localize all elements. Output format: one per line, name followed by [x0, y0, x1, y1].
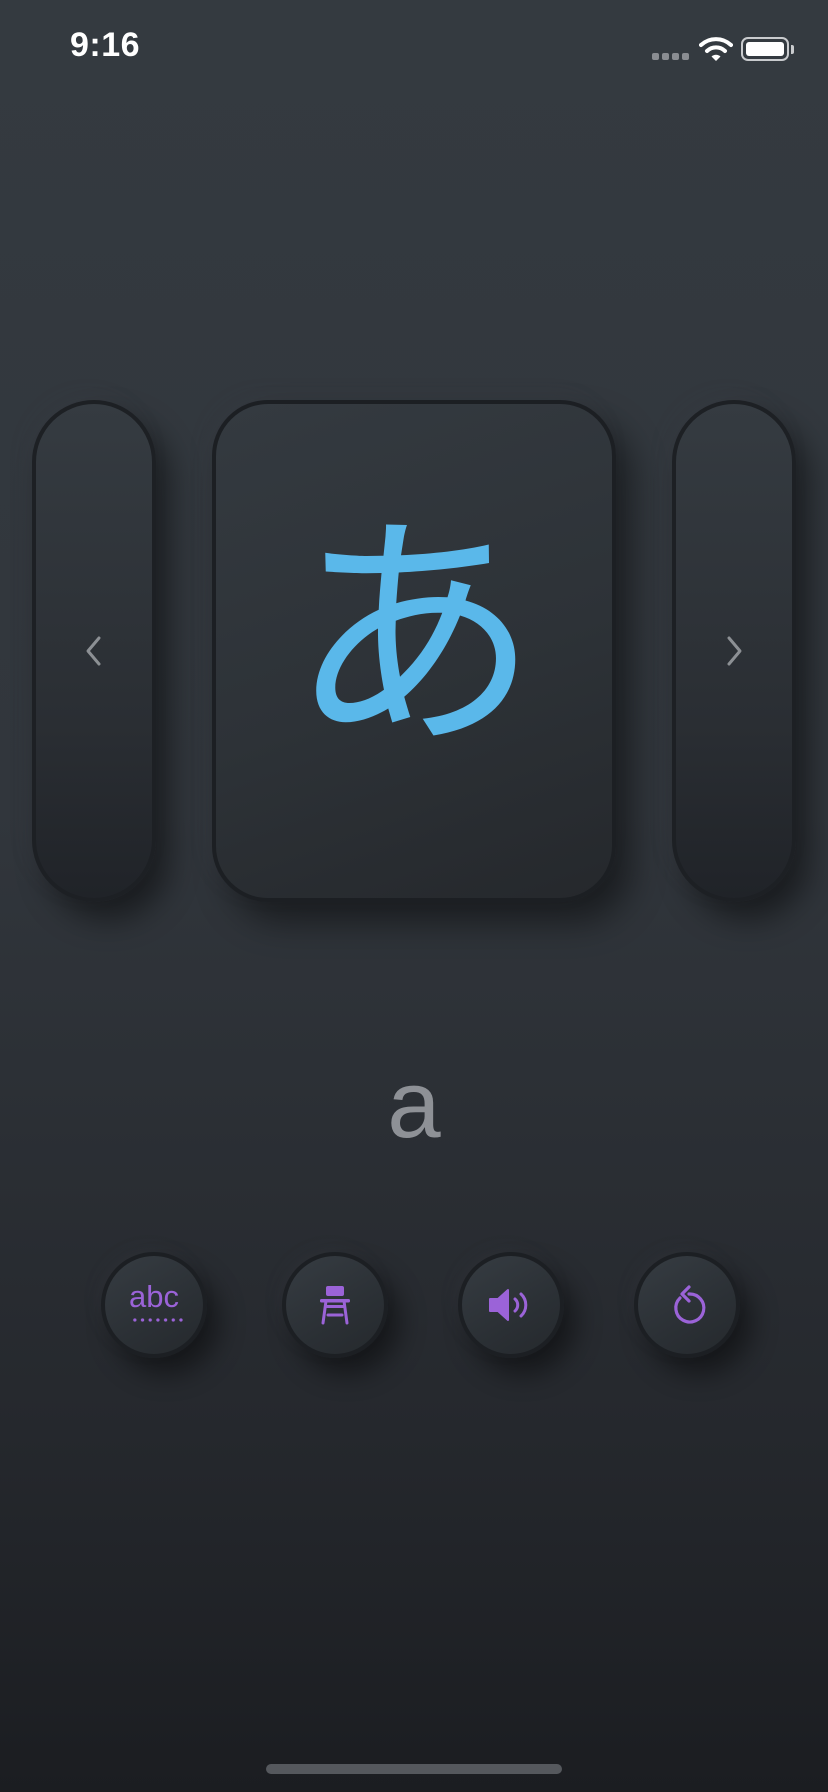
- abc-icon: abc: [129, 1279, 179, 1314]
- status-time: 9:16: [70, 26, 141, 64]
- status-bar: 9:16: [0, 0, 828, 100]
- replay-icon: [674, 1285, 706, 1324]
- romaji-toggle-button[interactable]: abc: [101, 1252, 207, 1358]
- play-sound-button[interactable]: [458, 1252, 564, 1358]
- romaji-text: a: [387, 1051, 441, 1158]
- study-button[interactable]: [282, 1252, 388, 1358]
- previous-card-button[interactable]: [32, 400, 156, 902]
- home-indicator[interactable]: [266, 1764, 562, 1774]
- battery-icon: [741, 37, 789, 61]
- chevron-right-icon: [727, 636, 742, 666]
- desk-chair-icon: [320, 1286, 350, 1325]
- wifi-icon: [699, 37, 733, 61]
- next-card-button[interactable]: [672, 400, 796, 902]
- kana-card[interactable]: あ: [212, 400, 616, 902]
- abc-dots: [131, 1318, 185, 1322]
- chevron-left-icon: [86, 636, 101, 666]
- speaker-icon: [489, 1289, 528, 1321]
- cellular-signal-icon: [652, 53, 692, 61]
- replay-button[interactable]: [634, 1252, 740, 1358]
- kana-character: あ: [289, 491, 539, 782]
- battery-cap: [791, 45, 794, 54]
